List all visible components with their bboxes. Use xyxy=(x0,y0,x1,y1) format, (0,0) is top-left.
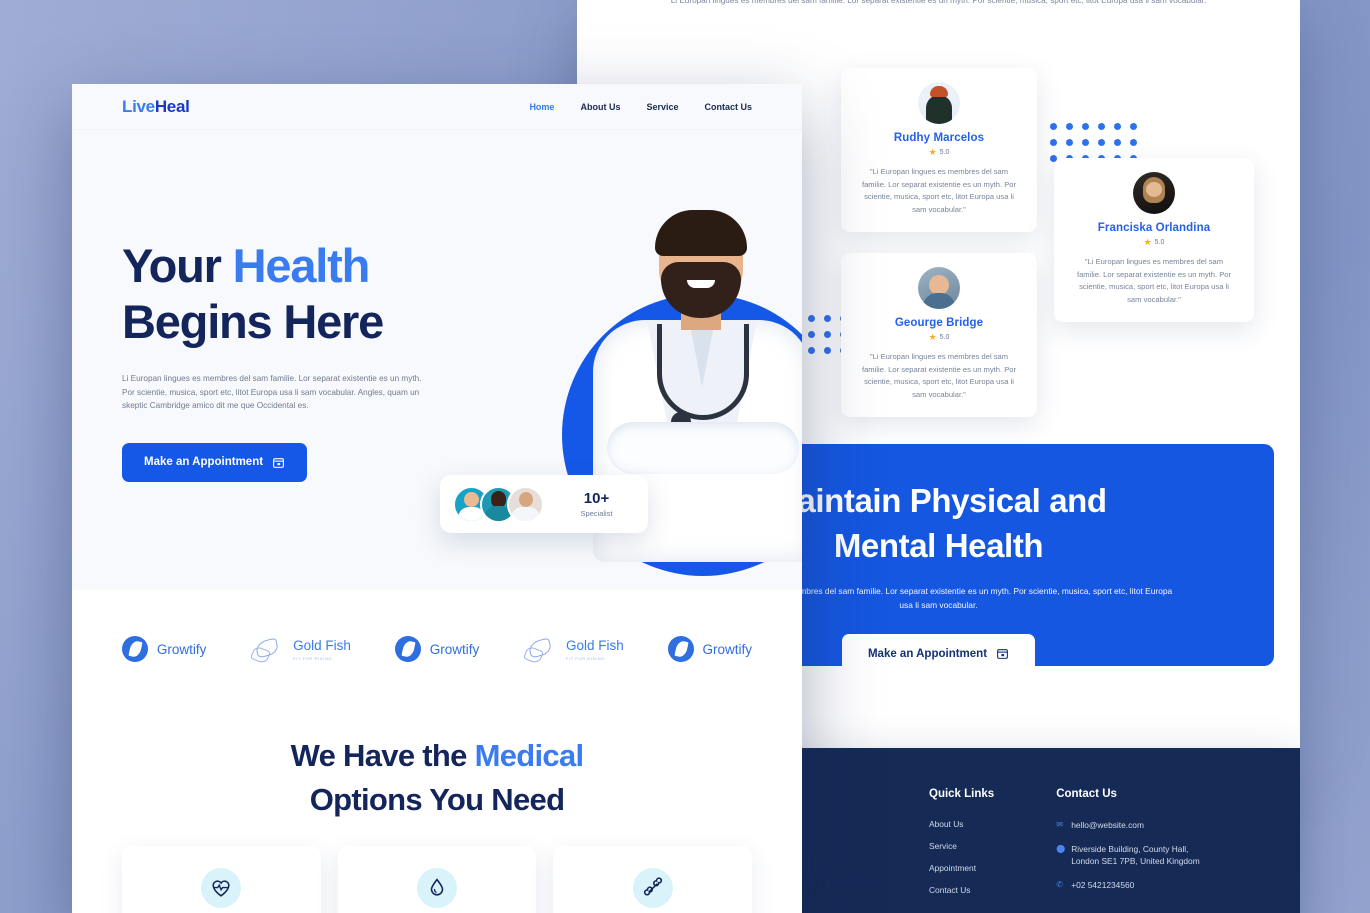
partner-name: Gold Fish xyxy=(293,638,351,653)
specialist-label: Specialist xyxy=(580,509,613,518)
partner-name: Growtify xyxy=(429,641,480,657)
hero-title-line2: Begins Here xyxy=(122,295,384,348)
partner-logo-growtify: Growtify xyxy=(667,636,753,662)
contact-phone-row[interactable]: ✆ +02 5421234560 xyxy=(1056,879,1200,892)
contact-phone: +02 5421234560 xyxy=(1071,879,1135,890)
logo-part-live: Live xyxy=(122,96,155,116)
hero-section: Your Health Begins Here Li Europan lingu… xyxy=(72,130,802,590)
contact-email-row[interactable]: ✉ hello@website.com xyxy=(1056,819,1200,832)
hero-title-part1: Your xyxy=(122,239,233,292)
footer-link-about[interactable]: About Us xyxy=(929,819,994,829)
contact-address-line1: Riverside Building, County Hall, xyxy=(1071,843,1189,854)
avatar xyxy=(918,267,960,309)
make-appointment-button[interactable]: Make an Appointment xyxy=(122,442,308,482)
star-icon: ★ xyxy=(928,332,937,342)
location-pin-icon: ⬤ xyxy=(1056,843,1066,853)
partner-name: Growtify xyxy=(156,641,207,657)
rating: ★ 5.0 xyxy=(1072,238,1236,247)
contact-address-row: ⬤ Riverside Building, County Hall, London… xyxy=(1056,843,1200,868)
nav-item-service[interactable]: Service xyxy=(646,102,678,112)
testimonial-quote: "Li Europan lingues es membres del sam f… xyxy=(1076,257,1232,304)
partner-tagline: FIT FOR RIDING xyxy=(565,656,605,661)
hero-title-highlight: Health xyxy=(232,239,371,292)
fish-icon xyxy=(523,635,557,663)
back-intro-text: Li Europan lingues es membres del sam fa… xyxy=(670,0,1207,5)
service-card-orthopedic[interactable]: Orthopedic xyxy=(553,846,753,913)
services-heading-part1: We Have the xyxy=(290,738,475,773)
phone-icon: ✆ xyxy=(1056,879,1063,889)
hero-cta-label: Make an Appointment xyxy=(144,456,264,468)
bone-icon xyxy=(632,868,673,908)
nav-item-about-us[interactable]: About Us xyxy=(580,102,620,112)
leaf-icon xyxy=(667,636,694,662)
partner-logo-growtify: Growtify xyxy=(394,636,480,662)
partner-tagline: FIT FOR RIDING xyxy=(293,656,333,661)
specialist-avatars xyxy=(453,485,544,523)
footer-link-service[interactable]: Service xyxy=(929,841,994,851)
rating: ★ 5.0 xyxy=(859,333,1019,342)
nav-item-home[interactable]: Home xyxy=(529,102,554,112)
make-appointment-button[interactable]: Make an Appointment xyxy=(841,634,1036,673)
testimonial-name: Franciska Orlandina xyxy=(1097,222,1211,234)
partner-logo-goldfish: Gold Fish FIT FOR RIDING xyxy=(250,635,351,663)
nav-item-contact-us[interactable]: Contact Us xyxy=(704,102,752,112)
contact-title: Contact Us xyxy=(1056,788,1117,800)
footer-link-contact[interactable]: Contact Us xyxy=(929,885,994,895)
fish-icon xyxy=(250,635,284,663)
services-heading: We Have the Medical Options You Need xyxy=(72,734,802,822)
cta-button-label: Make an Appointment xyxy=(867,647,988,660)
star-icon: ★ xyxy=(928,147,937,157)
footer-contact: Contact Us ✉ hello@website.com ⬤ Riversi… xyxy=(1056,788,1200,913)
specialist-badge: 10+ Specialist xyxy=(440,475,648,533)
testimonial-card[interactable]: Rudhy Marcelos ★ 5.0 "Li Europan lingues… xyxy=(841,68,1037,233)
footer-quick-links: Quick Links About Us Service Appointment… xyxy=(929,788,994,913)
rating-value: 5.0 xyxy=(939,149,950,156)
dot-grid-top-right xyxy=(1050,123,1137,162)
front-page-panel: LiveHeal Home About Us Service Contact U… xyxy=(72,84,802,913)
services-section: We Have the Medical Options You Need Hea… xyxy=(72,708,802,913)
partner-name: Gold Fish xyxy=(565,638,624,653)
partner-logos: Growtify Gold Fish FIT FOR RIDING Growtif… xyxy=(72,590,802,708)
partner-logo-goldfish: Gold Fish FIT FOR RIDING xyxy=(523,635,624,663)
hero-paragraph: Li Europan lingues es membres del sam fa… xyxy=(122,374,422,410)
testimonial-name: Rudhy Marcelos xyxy=(893,132,985,144)
avatar xyxy=(918,82,960,124)
testimonial-card[interactable]: Franciska Orlandina ★ 5.0 "Li Europan li… xyxy=(1054,158,1254,323)
contact-email: hello@website.com xyxy=(1071,820,1144,830)
service-card-heart-care[interactable]: Heart Care xyxy=(122,846,321,913)
services-heading-line2: Options You Need xyxy=(309,782,565,817)
leaf-icon xyxy=(394,636,421,662)
service-card-blood-donation[interactable]: Blood Donation xyxy=(337,846,537,913)
services-heading-highlight: Medical xyxy=(474,738,585,773)
avatar xyxy=(507,485,544,523)
hero-title: Your Health Begins Here xyxy=(122,238,452,350)
rating: ★ 5.0 xyxy=(859,148,1019,157)
logo[interactable]: LiveHeal xyxy=(122,97,190,117)
rating-value: 5.0 xyxy=(1154,239,1165,246)
avatar xyxy=(1133,172,1175,214)
testimonial-quote: "Li Europan lingues es membres del sam f… xyxy=(861,167,1017,214)
mail-icon: ✉ xyxy=(1056,820,1063,829)
logo-part-heal: Heal xyxy=(154,96,190,116)
quick-links-title: Quick Links xyxy=(929,788,995,800)
testimonial-name: Geourge Bridge xyxy=(894,317,984,329)
calendar-icon xyxy=(273,457,284,468)
nav-links: Home About Us Service Contact Us xyxy=(529,102,752,112)
contact-address-line2: London SE1 7PB, United Kingdom xyxy=(1071,856,1200,866)
star-icon: ★ xyxy=(1143,237,1152,247)
leaf-icon xyxy=(121,636,148,662)
calendar-icon xyxy=(997,649,1008,659)
partner-logo-growtify: Growtify xyxy=(121,636,207,662)
partner-name: Growtify xyxy=(702,641,753,657)
navbar: LiveHeal Home About Us Service Contact U… xyxy=(72,84,802,130)
testimonial-quote: "Li Europan lingues es membres del sam f… xyxy=(861,352,1017,399)
heartbeat-icon xyxy=(201,868,242,908)
testimonial-card[interactable]: Geourge Bridge ★ 5.0 "Li Europan lingues… xyxy=(841,253,1037,418)
rating-value: 5.0 xyxy=(939,334,950,341)
hero-copy: Your Health Begins Here Li Europan lingu… xyxy=(122,238,452,482)
footer-link-appointment[interactable]: Appointment xyxy=(929,863,994,873)
service-cards: Heart Care Blood Donation Orthopedic xyxy=(72,846,802,913)
specialist-count: 10+ xyxy=(583,490,610,507)
blood-drop-icon xyxy=(417,868,457,908)
